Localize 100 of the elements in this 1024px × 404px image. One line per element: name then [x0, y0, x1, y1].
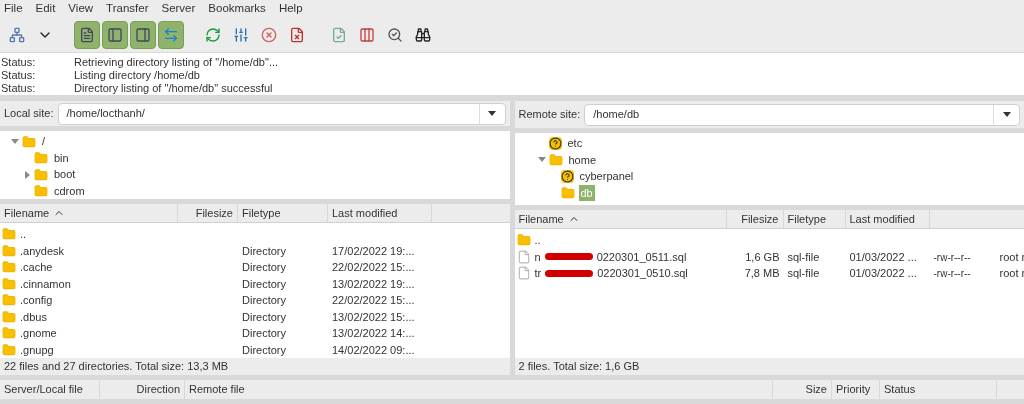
refresh-icon — [205, 27, 221, 43]
modified-cell: 17/02/2022 19:... — [332, 244, 415, 257]
columns-icon — [359, 27, 375, 43]
dropdown-arrow-icon[interactable] — [1002, 112, 1011, 117]
filesize-cell: 7,8 MB — [744, 267, 780, 279]
collapsed-arrow-icon[interactable] — [24, 170, 30, 179]
path-field[interactable]: /home/db — [584, 103, 1020, 126]
folder-icon — [2, 309, 16, 324]
tree-item[interactable]: cyberpanel — [577, 168, 636, 185]
filename-cell[interactable]: .gnome — [20, 325, 57, 342]
filename-cell[interactable]: .gnupg — [20, 341, 54, 358]
log-label: Status: — [1, 56, 37, 69]
log-label: Status: — [1, 69, 37, 82]
menu-item[interactable]: Server — [161, 0, 196, 18]
folder-icon — [2, 342, 16, 357]
panel-icon — [107, 27, 123, 43]
column-header[interactable]: Last modified — [328, 204, 432, 222]
filetype-cell: Directory — [242, 343, 286, 356]
filetype-cell: Directory — [242, 277, 286, 290]
filename-cell[interactable]: .anydesk — [20, 242, 65, 259]
filename-cell[interactable]: .. — [20, 226, 27, 243]
filename-cell[interactable]: .cache — [20, 259, 53, 276]
column-header[interactable]: Direction — [100, 380, 185, 399]
column-header[interactable]: Priority — [832, 380, 880, 399]
folder-icon — [34, 167, 48, 182]
network-icon — [9, 27, 25, 43]
tree-item[interactable]: bin — [52, 149, 71, 167]
folder-icon — [2, 326, 16, 341]
log-message: Retrieving directory listing of "/home/db"... — [74, 56, 279, 69]
folder-icon — [22, 134, 36, 149]
column-header[interactable]: Remote file — [185, 380, 773, 399]
folder-icon — [34, 184, 48, 199]
folder-icon — [560, 185, 575, 200]
status-text: 22 files and 27 directories. Total size: 13,3 MB — [4, 359, 229, 375]
folder-icon — [2, 243, 16, 258]
expanded-arrow-icon[interactable] — [537, 156, 546, 163]
filetype-cell: sql-file — [787, 250, 820, 263]
tree-item[interactable]: boot — [52, 166, 78, 183]
column-header[interactable]: Filename — [514, 210, 727, 228]
column-header[interactable]: Filetype — [783, 210, 846, 228]
binoculars-icon — [415, 27, 431, 43]
tree-item[interactable]: etc — [565, 135, 585, 152]
filename-cell[interactable]: n — [534, 248, 541, 265]
column-header[interactable]: Filename — [0, 204, 178, 222]
column-header[interactable]: Status — [880, 380, 997, 399]
tree-item[interactable]: cdrom — [52, 182, 87, 199]
log-message: Listing directory /home/db — [74, 69, 200, 82]
question-icon — [548, 136, 562, 150]
filetype-cell: Directory — [242, 310, 286, 323]
menu-item[interactable]: File — [4, 0, 23, 18]
filename-cell[interactable]: tr — [534, 265, 542, 282]
folder-icon — [34, 151, 48, 166]
column-header[interactable]: Size — [773, 380, 832, 399]
filetype-cell: sql-file — [787, 267, 820, 279]
sliders-icon — [233, 27, 249, 43]
column-header[interactable]: Filesize — [178, 204, 238, 222]
site-label: Remote site: — [518, 107, 581, 123]
filename-cell[interactable]: .config — [20, 292, 53, 309]
folder-icon — [2, 293, 16, 308]
permissions-cell: -rw-r--r-- — [933, 251, 971, 263]
folder-icon — [548, 152, 563, 167]
filetype-cell: Directory — [242, 327, 286, 339]
tree-item[interactable]: / — [40, 133, 48, 150]
column-header[interactable]: Filetype — [238, 204, 328, 222]
filename-cell[interactable]: 0220301_0510.sql — [597, 265, 688, 282]
filetype-cell: Directory — [242, 294, 286, 306]
document-check-icon — [331, 27, 347, 43]
filename-cell[interactable]: 0220301_0511.sql — [596, 248, 687, 265]
menu-item[interactable]: Bookmarks — [208, 0, 266, 18]
document-icon — [79, 27, 95, 43]
site-label: Local site: — [4, 106, 54, 122]
redaction-mark — [544, 253, 593, 261]
menu-item[interactable]: View — [68, 0, 94, 18]
modified-cell: 01/03/2022 ... — [849, 267, 917, 279]
menu-item[interactable]: Edit — [35, 0, 56, 18]
filesize-cell: 1,6 GB — [745, 250, 780, 263]
path-field[interactable]: /home/locthanh/ — [57, 102, 506, 125]
column-header[interactable]: Last modified — [845, 210, 930, 228]
filename-cell[interactable]: .. — [534, 232, 541, 249]
folder-icon — [2, 260, 16, 275]
menu-item[interactable]: Transfer — [106, 0, 149, 18]
dropdown-arrow-icon[interactable] — [488, 111, 496, 117]
tree-item[interactable]: home — [566, 151, 599, 168]
menu-item[interactable]: Help — [278, 0, 303, 18]
column-header[interactable]: Server/Local file — [0, 380, 100, 399]
file-icon — [516, 249, 531, 264]
modified-cell: 13/02/2022 14:... — [332, 327, 415, 339]
modified-cell: 22/02/2022 15:... — [332, 294, 415, 306]
search-icon — [387, 27, 403, 43]
status-text: 2 files. Total size: 1,6 GB — [518, 359, 640, 375]
document-x-icon — [289, 27, 305, 43]
modified-cell: 14/02/2022 09:... — [332, 343, 415, 356]
cancel-icon — [261, 27, 277, 43]
log-message: Directory listing of "/home/db" successful — [74, 82, 273, 95]
column-header[interactable]: Filesize — [726, 210, 784, 228]
permissions-cell: -rw-r--r-- — [933, 268, 971, 279]
folder-icon — [516, 233, 531, 248]
filename-cell[interactable]: .cinnamon — [20, 275, 71, 292]
filename-cell[interactable]: .dbus — [20, 308, 47, 325]
redaction-mark — [545, 269, 594, 277]
